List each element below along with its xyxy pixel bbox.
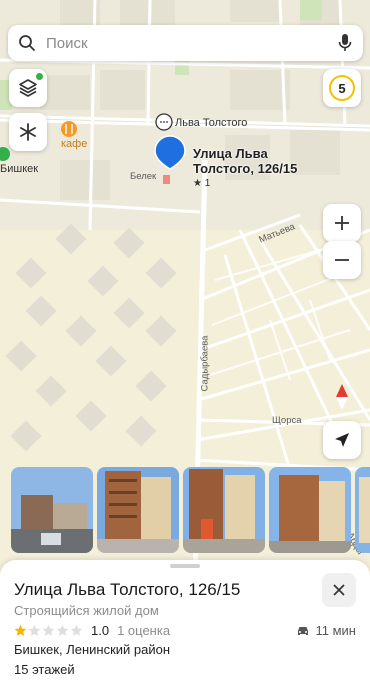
minus-icon <box>335 259 349 261</box>
close-button[interactable] <box>322 573 356 607</box>
place-card[interactable]: Улица Льва Толстого, 126/15 Строящийся ж… <box>0 560 370 685</box>
compass-button[interactable] <box>323 378 361 416</box>
zoom-out-button[interactable] <box>323 241 361 279</box>
search-input[interactable]: Поиск <box>46 35 337 52</box>
place-floors: 15 этажей <box>14 662 75 677</box>
cafe-label: кафе <box>61 138 88 150</box>
rating-row[interactable]: 1.0 1 оценка <box>14 623 170 638</box>
pin-title[interactable]: Улица Льва Толстого, 126/15 <box>193 146 323 176</box>
close-icon <box>333 584 345 596</box>
photo-1[interactable] <box>11 467 93 553</box>
building-photo <box>97 467 179 553</box>
traffic-level: 5 <box>329 75 355 101</box>
rating-value: 1.0 <box>91 623 110 638</box>
plus-icon <box>335 216 349 230</box>
place-address: Бишкек, Ленинский район <box>14 642 171 657</box>
layers-icon <box>19 79 37 97</box>
photo-2[interactable] <box>97 467 179 553</box>
place-title: Улица Льва Толстого, 126/15 <box>14 580 241 599</box>
my-location-button[interactable] <box>323 421 361 459</box>
search-bar[interactable]: Поиск <box>8 25 363 61</box>
photo-3[interactable] <box>183 467 265 553</box>
photo-carousel[interactable] <box>0 467 370 553</box>
star-icon <box>28 624 41 636</box>
rating-stars <box>14 624 83 637</box>
photo-5[interactable] <box>355 467 370 553</box>
photo-4[interactable] <box>269 467 351 553</box>
zoom-in-button[interactable] <box>323 204 361 242</box>
drive-time-label: 11 мин <box>315 623 357 638</box>
drive-time[interactable]: 11 мин <box>296 623 357 638</box>
star-icon <box>42 624 55 636</box>
street-label-shchorsa: Щорса <box>272 415 302 426</box>
car-icon <box>297 626 308 635</box>
layers-button[interactable] <box>9 69 47 107</box>
drag-handle[interactable] <box>170 564 200 568</box>
microphone-icon[interactable] <box>337 33 353 53</box>
street-label-sadyrbaeva: Садырбаева <box>199 335 211 392</box>
building-photo <box>11 467 93 553</box>
building-photo <box>183 467 265 553</box>
winter-mode-button[interactable] <box>9 113 47 151</box>
building-photo <box>355 467 370 553</box>
layers-indicator-dot <box>36 73 43 80</box>
location-arrow-icon <box>335 433 349 447</box>
place-type: Строящийся жилой дом <box>14 603 159 618</box>
bishkek-label: Бишкек <box>0 163 39 175</box>
street-label-tolstogo: Льва Толстого <box>175 117 248 129</box>
star-icon <box>56 624 69 636</box>
pin-rating: ★ 1 <box>193 178 211 189</box>
search-icon <box>19 35 35 51</box>
traffic-button[interactable]: 5 <box>323 69 361 107</box>
building-photo <box>269 467 351 553</box>
star-icon <box>14 624 27 636</box>
snowflake-icon <box>20 123 36 141</box>
star-icon <box>70 624 83 636</box>
rating-count[interactable]: 1 оценка <box>117 623 170 638</box>
belek-label: Белек <box>130 171 157 182</box>
compass-icon <box>336 384 348 410</box>
